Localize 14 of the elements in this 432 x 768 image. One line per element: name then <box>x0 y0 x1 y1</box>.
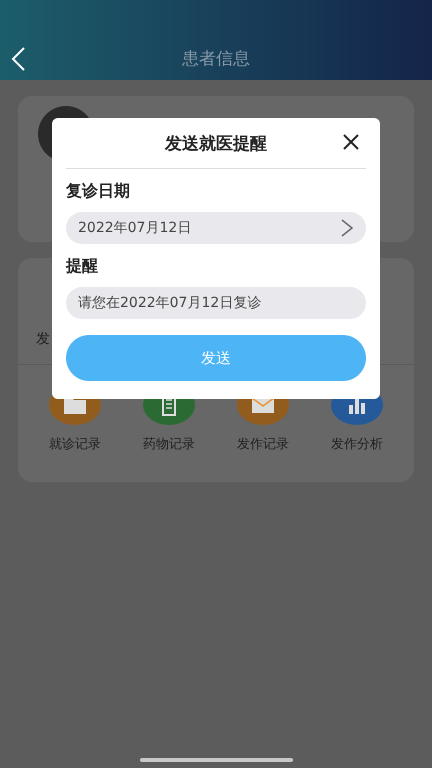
shortcut-label[interactable]: 就诊记录 <box>49 435 101 453</box>
date-label: 复诊日期 <box>66 181 131 202</box>
summary-label: 发 <box>36 330 50 348</box>
reminder-label: 提醒 <box>66 256 99 277</box>
dialog-title: 发送就医提醒 <box>165 132 267 154</box>
page-title: 患者信息 <box>182 48 250 70</box>
chevron-right-icon <box>340 218 354 238</box>
send-button[interactable]: 发送 <box>66 335 366 381</box>
shortcut-label[interactable]: 药物记录 <box>143 435 195 453</box>
reminder-field[interactable]: 请您在2022年07月12日复诊 <box>66 287 366 319</box>
date-field[interactable]: 2022年07月12日 <box>66 212 366 244</box>
back-icon[interactable] <box>10 46 26 72</box>
shortcut-label[interactable]: 发作分析 <box>331 435 383 453</box>
shortcut-label[interactable]: 发作记录 <box>237 435 289 453</box>
